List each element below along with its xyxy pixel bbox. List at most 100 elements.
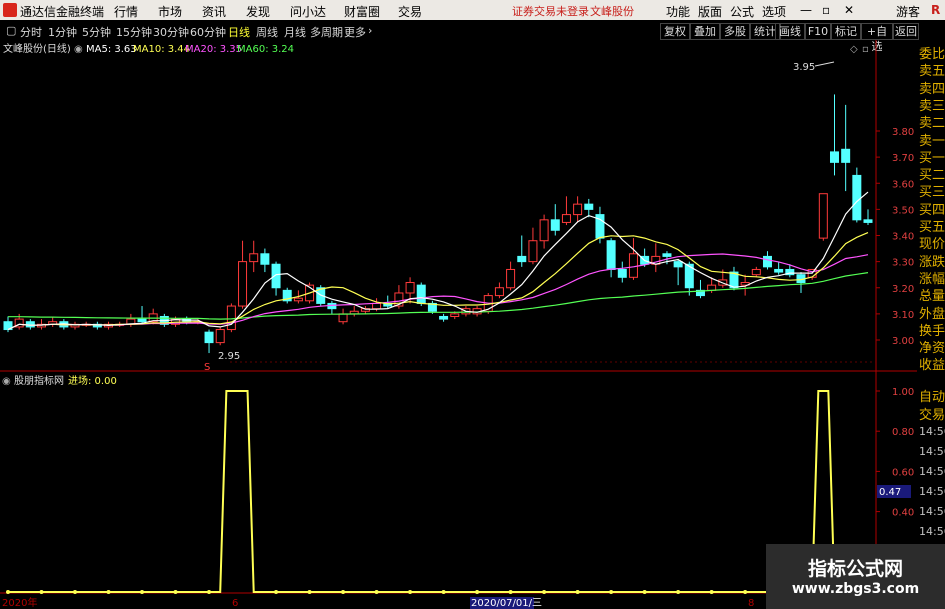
menu-item-function[interactable]: 功能 [666, 3, 690, 20]
candles [3, 94, 873, 354]
title-bar: 通达信金融终端 行情 市场 资讯 发现 问小达 财富圈 交易 证券交易未登录 文… [0, 0, 945, 20]
indicator-dot [542, 590, 547, 594]
indicator-dot [374, 590, 379, 594]
trade-time: 14:56 [919, 505, 945, 518]
candle-up [215, 329, 225, 344]
candle-down [829, 151, 839, 163]
menu-item-wealth[interactable]: 财富圈 [344, 3, 380, 20]
indicator-dot [642, 590, 647, 594]
app-title: 通达信金融终端 [20, 5, 105, 19]
toolbar-button-adjust[interactable]: 复权 [660, 23, 690, 40]
candle-up [573, 203, 583, 216]
watermark-title: 指标公式网 [807, 558, 903, 580]
candle-down [25, 321, 35, 328]
high-price-pointer [814, 61, 835, 67]
menu-item-formula[interactable]: 公式 [730, 3, 754, 20]
price-tick-label: 3.40 [892, 232, 914, 243]
stock-link[interactable]: 文峰股份 [590, 3, 634, 19]
price-tick-label: 3.20 [892, 284, 914, 295]
kline-chart[interactable]: 文峰股份(日线) ◉ MA5: 3.63 MA10: 3.44 MA20: 3.… [0, 40, 917, 609]
toolbar-button-f10[interactable]: F10 [805, 23, 831, 40]
indicator-tick-label: 0.60 [892, 467, 914, 478]
chevron-right-icon[interactable]: › [368, 24, 372, 37]
indicator-dot [274, 590, 279, 594]
toolbar-button-mark[interactable]: 标记 [831, 23, 861, 40]
trade-time: 14:56 [919, 485, 945, 498]
x-label-year: 2020年 [2, 596, 37, 609]
period-tab-monthly[interactable]: 月线 [284, 24, 306, 40]
expand-icon[interactable]: ▫ [862, 44, 869, 55]
period-tab-5min[interactable]: 5分钟 [82, 24, 111, 40]
candle-up [226, 305, 236, 331]
candle-down [606, 240, 616, 270]
menu-item-market[interactable]: 市场 [158, 3, 182, 20]
indicator-dot [408, 590, 413, 594]
candle-down [662, 253, 672, 257]
main-legend: 文峰股份(日线) ◉ MA5: 3.63 MA10: 3.44 MA20: 3.… [3, 42, 869, 55]
indicator-dropdown-icon[interactable]: ◉ [2, 376, 11, 387]
candle-down [584, 203, 594, 210]
indicator-dot [441, 590, 446, 594]
indicator-dot [106, 590, 111, 594]
candle-down [271, 263, 281, 289]
period-tab-daily[interactable]: 日线 [228, 24, 250, 40]
toolbar-button-add-favorite[interactable]: +自选 [861, 23, 893, 53]
restore-icon[interactable]: ▫ [822, 3, 830, 17]
toolbar-button-overlay[interactable]: 叠加 [690, 23, 720, 40]
x-label-august: 8 [748, 598, 754, 609]
indicator-dot [508, 590, 513, 594]
indicator-tick-label: 0.80 [892, 427, 914, 438]
menu-item-quotes[interactable]: 行情 [114, 3, 138, 20]
candle-up [372, 302, 382, 310]
quote-label: 总量 [919, 289, 945, 305]
indicator-dot [6, 590, 10, 594]
indicator-dot [207, 590, 212, 594]
menu-item-news[interactable]: 资讯 [202, 3, 226, 20]
period-tab-1min[interactable]: 1分钟 [48, 24, 77, 40]
quote-label: 买五 [919, 220, 945, 235]
menu-item-layout[interactable]: 版面 [698, 3, 722, 20]
low-price-label: 2.95 [218, 351, 240, 362]
period-tab-30min[interactable]: 30分钟 [153, 24, 189, 40]
menu-item-ask[interactable]: 问小达 [290, 3, 326, 20]
app-logo-icon [3, 3, 17, 17]
trade-label: 自动 [919, 390, 945, 405]
minimize-icon[interactable]: — [800, 3, 812, 17]
login-notice[interactable]: 证券交易未登录 [512, 3, 589, 19]
x-label-cursor-date: 2020/07/01/三 [471, 598, 542, 609]
indicator-dot [39, 590, 44, 594]
quote-label: 买三 [919, 185, 945, 201]
trade-time: 14:56 [919, 465, 945, 478]
x-label-june: 6 [232, 598, 238, 609]
period-tab-intraday[interactable]: 分时 [20, 24, 42, 40]
menu-item-trade[interactable]: 交易 [398, 3, 422, 20]
period-tab-more[interactable]: 更多 [344, 24, 366, 40]
toolbar-button-draw[interactable]: 画线 [775, 23, 805, 40]
menu-item-options[interactable]: 选项 [762, 3, 786, 20]
user-label[interactable]: 游客 [896, 3, 920, 20]
dropdown-icon[interactable]: ◉ [74, 44, 83, 55]
indicator-dot [475, 590, 480, 594]
close-icon[interactable]: ✕ [844, 3, 854, 17]
toolbar-button-back[interactable]: 返回 [893, 23, 919, 40]
menu-item-discover[interactable]: 发现 [246, 3, 270, 20]
trade-time: 14:56 [919, 425, 945, 438]
indicator-dot [609, 590, 614, 594]
price-tick-label: 3.50 [892, 205, 914, 216]
current-indicator-value: 0.47 [879, 487, 901, 498]
candle-down [841, 148, 851, 163]
candle-down [517, 255, 527, 263]
ma5-line [7, 191, 869, 331]
period-tab-60min[interactable]: 60分钟 [190, 24, 226, 40]
toolbar-button-multi[interactable]: 多股 [720, 23, 750, 40]
period-tab-multi[interactable]: 多周期 [310, 24, 343, 40]
diamond-icon[interactable]: ◇ [850, 44, 858, 55]
indicator-dot [676, 590, 681, 594]
period-box-icon: ▢ [6, 24, 17, 37]
period-tab-15min[interactable]: 15分钟 [116, 24, 152, 40]
candle-up [751, 268, 761, 276]
quote-label: 买二 [919, 168, 945, 184]
candle-down [260, 253, 270, 265]
quote-label: 涨幅 [919, 271, 945, 287]
period-tab-weekly[interactable]: 周线 [256, 24, 278, 40]
